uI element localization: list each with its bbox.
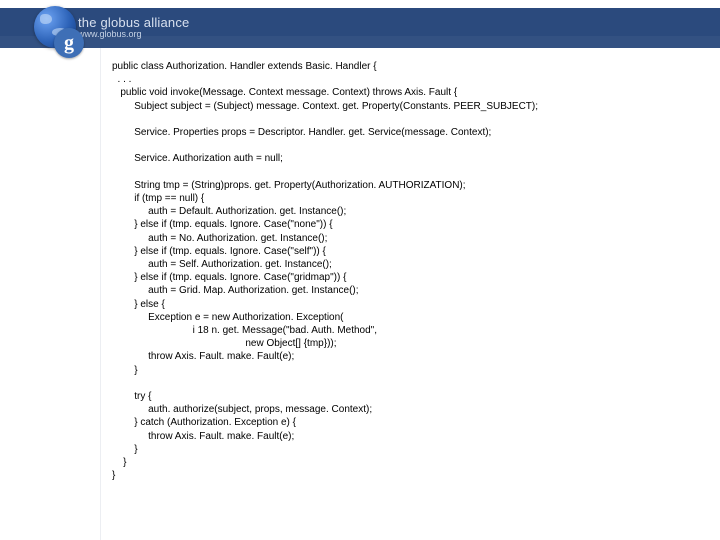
- banner-title: the globus alliance: [78, 15, 190, 30]
- code-block: public class Authorization. Handler exte…: [112, 60, 702, 483]
- logo-letter: g: [54, 28, 84, 58]
- logo: g: [32, 0, 82, 56]
- slide: the globus alliance www.globus.org g pub…: [0, 0, 720, 540]
- guide-line: [100, 48, 101, 540]
- banner: the globus alliance www.globus.org g: [0, 0, 720, 56]
- banner-url: www.globus.org: [78, 29, 142, 39]
